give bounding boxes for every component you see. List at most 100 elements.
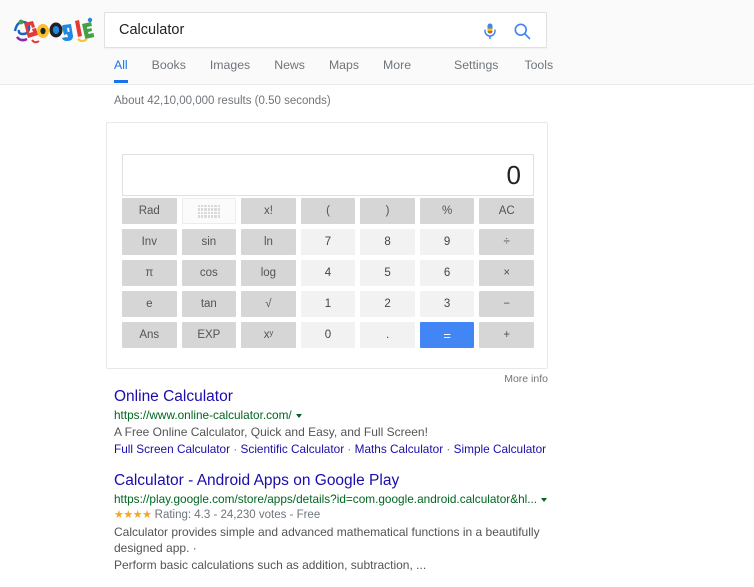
search-bar[interactable] xyxy=(104,12,547,48)
result-title-link[interactable]: Calculator - Android Apps on Google Play xyxy=(114,471,584,490)
digit-3-button-label: 3 xyxy=(444,298,450,310)
result-rating: ★★★★ Rating: 4.3 - 24,230 votes - Free xyxy=(114,508,584,523)
tab-news[interactable]: News xyxy=(274,58,305,83)
pi-button[interactable]: π xyxy=(122,260,177,286)
digit-7-button-label: 7 xyxy=(325,236,331,248)
cos-button-label: cos xyxy=(200,267,218,279)
percent-button[interactable]: % xyxy=(420,198,475,224)
settings-button[interactable]: Settings xyxy=(454,58,498,83)
decimal-point-button[interactable]: . xyxy=(360,322,415,348)
subtract-button[interactable]: − xyxy=(479,291,534,317)
digit-1-button-label: 1 xyxy=(325,298,331,310)
sin-button-label: sin xyxy=(202,236,217,248)
divide-button[interactable]: ÷ xyxy=(479,229,534,255)
digit-6-button[interactable]: 6 xyxy=(420,260,475,286)
digit-0-button-label: 0 xyxy=(325,329,331,341)
digit-2-button-label: 2 xyxy=(384,298,390,310)
digit-5-button-label: 5 xyxy=(384,267,390,279)
open-paren-button[interactable]: ( xyxy=(301,198,356,224)
search-result-item: Online Calculator https://www.online-cal… xyxy=(114,387,584,457)
result-title-link[interactable]: Online Calculator xyxy=(114,387,584,406)
decimal-point-button-label: . xyxy=(386,329,389,341)
sqrt-button[interactable]: √ xyxy=(241,291,296,317)
euler-button-label: e xyxy=(146,298,152,310)
result-sitelinks: Full Screen Calculator · Scientific Calc… xyxy=(114,441,584,457)
multiply-button[interactable]: × xyxy=(479,260,534,286)
search-input[interactable] xyxy=(119,13,479,47)
tab-maps[interactable]: Maps xyxy=(329,58,359,83)
keypad-grid-button[interactable] xyxy=(182,198,237,224)
power-button[interactable]: xʸ xyxy=(241,322,296,348)
exponent-button-label: EXP xyxy=(197,329,220,341)
sitelink-scientific-calculator[interactable]: Scientific Calculator xyxy=(241,442,345,456)
log-button-label: log xyxy=(261,267,276,279)
open-paren-button-label: ( xyxy=(326,205,330,217)
search-result-item: Calculator - Android Apps on Google Play… xyxy=(114,471,584,573)
digit-8-button-label: 8 xyxy=(384,236,390,248)
exponent-button[interactable]: EXP xyxy=(182,322,237,348)
tools-button[interactable]: Tools xyxy=(524,58,553,83)
search-icon[interactable] xyxy=(512,21,532,41)
digit-1-button[interactable]: 1 xyxy=(301,291,356,317)
close-paren-button[interactable]: ) xyxy=(360,198,415,224)
result-url-text: https://www.online-calculator.com/ xyxy=(114,408,292,422)
digit-2-button[interactable]: 2 xyxy=(360,291,415,317)
search-nav-tabs: All Books Images News Maps More Settings… xyxy=(104,58,564,85)
answer-button[interactable]: Ans xyxy=(122,322,177,348)
percent-button-label: % xyxy=(442,205,452,217)
page-header: All Books Images News Maps More Settings… xyxy=(0,0,754,85)
chevron-down-icon[interactable] xyxy=(541,498,547,502)
tab-images[interactable]: Images xyxy=(210,58,250,83)
divide-button-label: ÷ xyxy=(504,236,510,248)
cos-button[interactable]: cos xyxy=(182,260,237,286)
equals-button[interactable]: = xyxy=(420,322,475,348)
rating-text: Rating: 4.3 - 24,230 votes - Free xyxy=(155,509,321,521)
ln-button[interactable]: ln xyxy=(241,229,296,255)
log-button[interactable]: log xyxy=(241,260,296,286)
sqrt-button-label: √ xyxy=(265,298,271,310)
add-button[interactable]: + xyxy=(479,322,534,348)
answer-button-label: Ans xyxy=(139,329,159,341)
digit-9-button-label: 9 xyxy=(444,236,450,248)
digit-0-button[interactable]: 0 xyxy=(301,322,356,348)
tab-books[interactable]: Books xyxy=(152,58,186,83)
star-rating-icon: ★★★★ xyxy=(114,509,151,521)
digit-3-button[interactable]: 3 xyxy=(420,291,475,317)
digit-9-button[interactable]: 9 xyxy=(420,229,475,255)
result-snippet-continued: Perform basic calculations such as addit… xyxy=(114,557,584,573)
nav-tabs-left: All Books Images News Maps More xyxy=(114,58,435,83)
tab-all[interactable]: All xyxy=(114,58,128,83)
tan-button[interactable]: tan xyxy=(182,291,237,317)
sin-button[interactable]: sin xyxy=(182,229,237,255)
tab-more[interactable]: More xyxy=(383,58,411,83)
digit-8-button[interactable]: 8 xyxy=(360,229,415,255)
rad-button-label: Rad xyxy=(139,205,160,217)
digit-7-button[interactable]: 7 xyxy=(301,229,356,255)
sitelink-maths-calculator[interactable]: Maths Calculator xyxy=(355,442,444,456)
add-button-label: + xyxy=(503,329,510,341)
factorial-button[interactable]: x! xyxy=(241,198,296,224)
rad-button[interactable]: Rad xyxy=(122,198,177,224)
inverse-button-label: Inv xyxy=(142,236,157,248)
sitelink-full-screen-calculator[interactable]: Full Screen Calculator xyxy=(114,442,230,456)
microphone-icon[interactable] xyxy=(480,21,500,41)
digit-4-button[interactable]: 4 xyxy=(301,260,356,286)
tan-button-label: tan xyxy=(201,298,217,310)
digit-5-button[interactable]: 5 xyxy=(360,260,415,286)
pi-button-label: π xyxy=(145,267,153,279)
sitelink-simple-calculator[interactable]: Simple Calculator xyxy=(454,442,546,456)
more-info-link[interactable]: More info xyxy=(106,373,548,385)
result-url: https://www.online-calculator.com/ xyxy=(114,407,584,423)
power-button-label: xʸ xyxy=(264,329,273,341)
calculator-display[interactable]: 0 xyxy=(122,154,534,196)
search-results: Online Calculator https://www.online-cal… xyxy=(114,387,584,587)
digit-6-button-label: 6 xyxy=(444,267,450,279)
euler-button[interactable]: e xyxy=(122,291,177,317)
result-snippet: Calculator provides simple and advanced … xyxy=(114,524,584,556)
all-clear-button[interactable]: AC xyxy=(479,198,534,224)
ln-button-label: ln xyxy=(264,236,273,248)
google-graffiti-doodle[interactable] xyxy=(12,13,96,47)
chevron-down-icon[interactable] xyxy=(296,414,302,418)
inverse-button[interactable]: Inv xyxy=(122,229,177,255)
multiply-button-label: × xyxy=(503,267,510,279)
